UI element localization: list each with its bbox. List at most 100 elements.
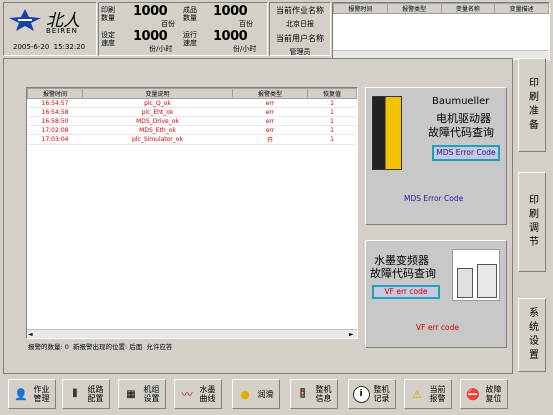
cell: MDS_Eth_ok: [82, 125, 233, 135]
stats-panel: 印刷 数量 1000 百份 成品 数量 1000 百份 设定 速度 1000 份…: [98, 2, 268, 56]
scroll-left-icon[interactable]: ◄: [28, 331, 35, 338]
stat-label: 印刷 数量: [101, 6, 115, 22]
cell: 开: [232, 134, 308, 145]
cell: 1: [307, 98, 357, 108]
bottom-button-job-management[interactable]: 👤 作业 管理: [8, 379, 56, 409]
bottom-button-current-alarm[interactable]: ⚠ 当前 报警: [404, 379, 452, 409]
cell: MDS_Drive_ok: [82, 116, 233, 126]
stat-finished-qty: 成品 数量 1000 百份: [183, 4, 267, 30]
side-button-print-prepare[interactable]: 印刷准备: [518, 58, 546, 152]
mds-error-panel[interactable]: Baumueller 电机驱动器 故障代码查询 MDS Error Code M…: [365, 87, 507, 225]
user-name: 管理员: [289, 48, 311, 56]
table-row[interactable]: 16:58:50 MDS_Drive_ok err 1: [27, 116, 357, 126]
cell: plc_Simulator_ok: [82, 134, 233, 145]
column-header: 变量名称: [440, 3, 496, 14]
stat-unit: 百份: [239, 20, 253, 28]
mds-error-code-button[interactable]: MDS Error Code: [432, 145, 500, 161]
logo-star-icon: [9, 9, 41, 31]
cell: err: [232, 125, 308, 135]
vf-error-code-button[interactable]: VF err code: [372, 285, 440, 299]
bottom-button-machine-log[interactable]: i 整机 记录: [348, 379, 396, 409]
inverter-image: [452, 249, 500, 301]
alarm-list-scrollbar[interactable]: ◄ ►: [27, 329, 357, 338]
column-header: 报警类型: [232, 88, 308, 99]
table-row[interactable]: 16:54:57 plc_Q_ok err 1: [27, 98, 357, 108]
cell: 16:54:58: [27, 107, 83, 117]
stat-value: 1000: [133, 29, 168, 44]
job-title-label: 当前作业名称: [276, 6, 324, 15]
stat-set-speed: 设定 速度 1000 份/小时: [101, 29, 181, 55]
column-header: 报警类型: [386, 3, 442, 14]
cell: err: [232, 98, 308, 108]
alarm-footer-status: 报警的数量: 0 新报警出现的位置: 后面 允许应答: [28, 343, 173, 351]
stat-unit: 百份: [161, 20, 175, 28]
mds-caption: MDS Error Code: [404, 194, 464, 203]
recent-alarm-table: 报警时间 报警类型 变量名称 变量描述: [332, 2, 550, 60]
drive-image: [372, 96, 402, 170]
bottom-button-paper-path[interactable]: ⫼ 纸路 配置: [62, 379, 110, 409]
mds-title-line2: 故障代码查询: [428, 126, 494, 139]
bottom-button-label: 作业 管理: [33, 385, 50, 403]
scroll-right-icon[interactable]: ►: [349, 331, 356, 338]
job-panel: 当前作业名称 北京日报 当前用户名称 管理员: [269, 2, 331, 56]
bottom-button-label: 纸路 配置: [87, 385, 104, 403]
curve-icon: 〰: [181, 388, 193, 401]
table-row[interactable]: 17:02:08 MDS_Eth_ok err 1: [27, 125, 357, 135]
beiren-logo: 北人 BEIREN: [8, 6, 94, 36]
oil-drop-icon: ●: [240, 387, 250, 401]
cell: 1: [307, 125, 357, 135]
side-button-print-adjust[interactable]: 印刷调节: [518, 172, 546, 272]
paper-path-icon: ⫼: [72, 389, 78, 399]
table-row[interactable]: 16:54:58 plc_Eht_ok err 1: [27, 107, 357, 117]
bottom-button-fault-reset[interactable]: ⛔ 故障 复位: [460, 379, 508, 409]
bottom-button-lubrication[interactable]: ● 润滑: [232, 379, 280, 409]
stat-run-speed: 运行 速度 1000 份/小时: [183, 29, 267, 55]
bottom-button-label: 故障 复位: [485, 385, 502, 403]
cell: err: [232, 107, 308, 117]
stat-label: 运行 速度: [183, 31, 197, 47]
warning-icon: ⚠: [412, 387, 422, 401]
cell: 16:54:57: [27, 98, 83, 108]
reset-icon: ⛔: [466, 387, 480, 401]
datetime-label: 2005-6-20 15:32:20: [13, 43, 86, 51]
bottom-button-label: 水墨 曲线: [199, 385, 216, 403]
stat-value: 1000: [133, 4, 168, 19]
alarm-list-panel: 报警时间 变量说明 报警类型 恢复值 16:54:57 plc_Q_ok err 1 …: [26, 87, 358, 339]
bottom-button-label: 整机 信息: [315, 385, 332, 403]
unit-config-icon: ▦: [126, 388, 136, 400]
bottom-button-unit-settings[interactable]: ▦ 机组 设置: [118, 379, 166, 409]
stat-value: 1000: [213, 29, 248, 44]
column-header: 报警时间: [333, 3, 388, 14]
vf-error-panel[interactable]: 水墨变频器 故障代码查询 VF err code VF err code: [365, 240, 507, 348]
stat-label: 成品 数量: [183, 6, 197, 22]
stat-unit: 份/小时: [149, 45, 173, 53]
side-button-system-settings[interactable]: 系统设置: [518, 298, 546, 372]
mds-brand: Baumueller: [432, 96, 490, 107]
bottom-button-label: 整机 记录: [373, 385, 390, 403]
cell: 1: [307, 107, 357, 117]
bottom-button-machine-info[interactable]: 🚦 整机 信息: [290, 379, 338, 409]
vf-title-line2: 故障代码查询: [370, 267, 436, 280]
bottom-button-label: 润滑: [257, 389, 274, 399]
cell: 1: [307, 116, 357, 126]
user-title-label: 当前用户名称: [276, 34, 324, 43]
info-icon: i: [352, 385, 370, 403]
person-icon: 👤: [14, 387, 28, 401]
cell: 17:03:04: [27, 134, 83, 145]
stat-unit: 份/小时: [233, 45, 257, 53]
column-header: 变量描述: [494, 3, 549, 14]
bottom-button-ink-curve[interactable]: 〰 水墨 曲线: [174, 379, 222, 409]
cell: 16:58:50: [27, 116, 83, 126]
vf-caption: VF err code: [416, 323, 459, 332]
job-name: 北京日报: [286, 20, 314, 28]
stat-print-qty: 印刷 数量 1000 百份: [101, 4, 181, 30]
cell: 1: [307, 134, 357, 145]
bottom-button-label: 机组 设置: [143, 385, 160, 403]
logo-brand-en: BEIREN: [46, 27, 78, 35]
table-row[interactable]: 17:03:04 plc_Simulator_ok 开 1: [27, 134, 357, 145]
cell: plc_Q_ok: [82, 98, 233, 108]
column-header: 报警时间: [27, 88, 83, 99]
traffic-light-icon: 🚦: [297, 389, 309, 399]
cell: err: [232, 116, 308, 126]
header-logo-panel: 北人 BEIREN 2005-6-20 15:32:20: [3, 2, 97, 56]
